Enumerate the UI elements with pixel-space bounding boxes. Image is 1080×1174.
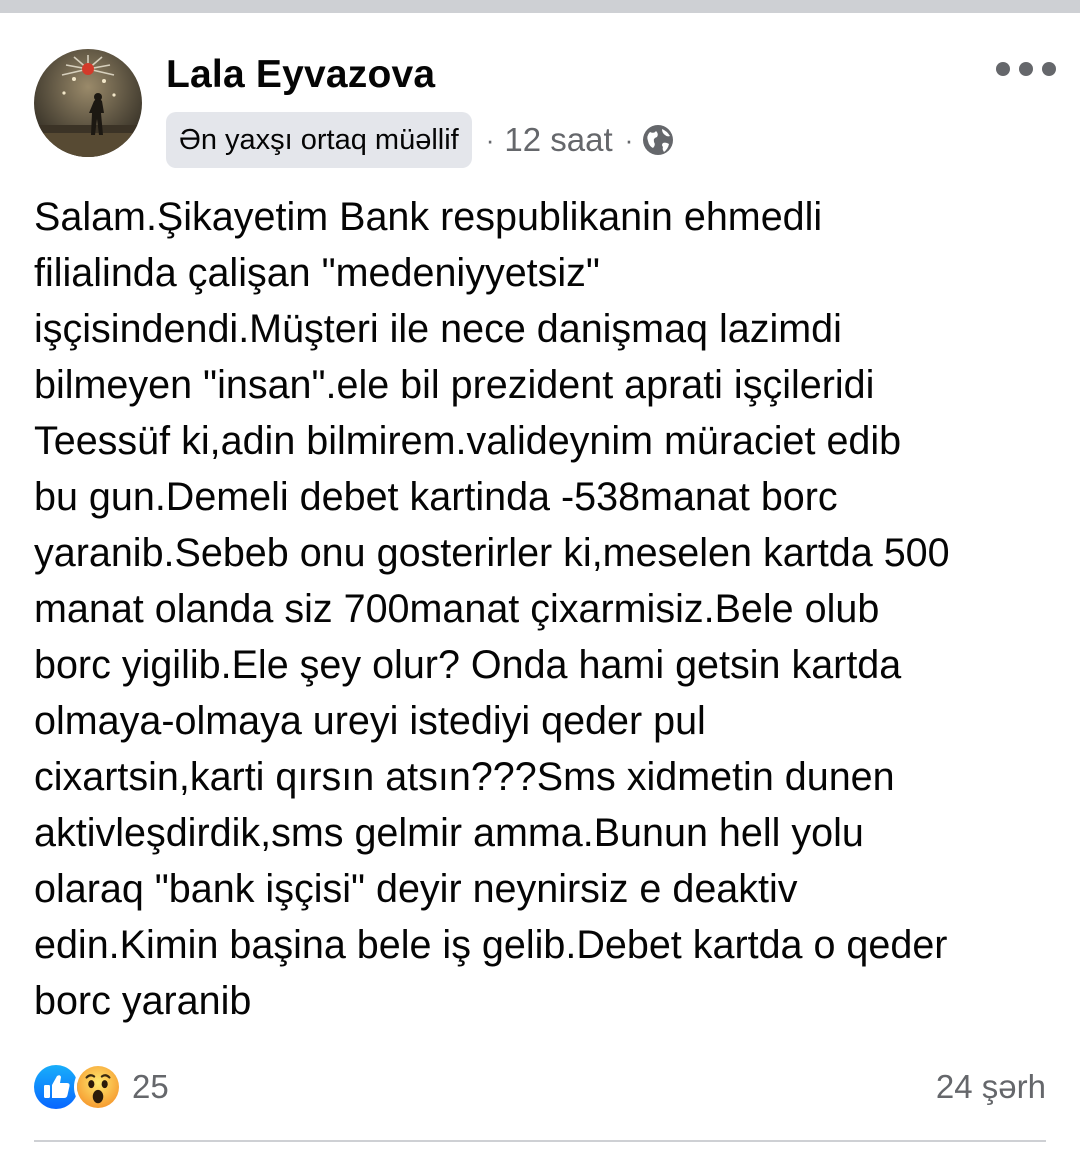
post-text-line: borc yigilib.Ele şey olur? Onda hami get… <box>34 643 902 687</box>
wow-icon <box>74 1063 122 1111</box>
more-options-icon[interactable] <box>996 57 1056 81</box>
post-text-line: borc yaranib <box>34 979 252 1023</box>
post-text-line: cixartsin,karti qırsın atsın???Sms xidme… <box>34 755 895 799</box>
post-text-line: olaraq "bank işçisi" deyir neynirsiz e d… <box>34 867 798 911</box>
post-text-line: işçisindendi.Müşteri ile nece danişmaq l… <box>34 307 842 351</box>
dot <box>996 62 1010 76</box>
author-avatar[interactable] <box>34 49 142 157</box>
post-text-line: Teessüf ki,adin bilmirem.valideynim müra… <box>34 419 902 463</box>
top-contributor-badge[interactable]: Ən yaxşı ortaq müəllif <box>166 112 472 168</box>
reaction-count: 25 <box>132 1068 169 1105</box>
actions-divider <box>34 1140 1046 1142</box>
post-text: Salam.Şikayetim Bank respublikanin ehmed… <box>34 189 1059 1029</box>
comments-count[interactable]: 24 şərh <box>936 1064 1046 1110</box>
post-text-line: edin.Kimin başina bele iş gelib.Debet ka… <box>34 923 948 967</box>
post-card: Lala Eyvazova Ən yaxşı ortaq müəllif · 1… <box>0 13 1080 1174</box>
dot <box>1042 62 1056 76</box>
globe-icon[interactable] <box>641 123 675 157</box>
post-text-line: aktivleşdirdik,sms gelmir amma.Bunun hel… <box>34 811 864 855</box>
meta-separator: · <box>624 124 634 155</box>
post-text-line: yaranib.Sebeb onu gosterirler ki,meselen… <box>34 531 950 575</box>
author-name[interactable]: Lala Eyvazova <box>166 53 435 97</box>
post-text-line: filialinda çalişan "medeniyyetsiz" <box>34 251 600 295</box>
dot <box>1019 62 1033 76</box>
feed-separator-strip <box>0 0 1080 13</box>
reactions-summary[interactable]: 25 <box>34 1063 169 1111</box>
post-text-line: bu gun.Demeli debet kartinda -538manat b… <box>34 475 838 519</box>
post-text-line: olmaya-olmaya ureyi istediyi qeder pul <box>34 699 706 743</box>
post-text-line: Salam.Şikayetim Bank respublikanin ehmed… <box>34 195 823 239</box>
post-text-line: bilmeyen "insan".ele bil prezident aprat… <box>34 363 875 407</box>
like-icon <box>34 1065 78 1109</box>
post-timestamp[interactable]: 12 saat <box>504 121 612 159</box>
post-meta: Ən yaxşı ortaq müəllif · 12 saat · <box>166 112 675 168</box>
meta-separator: · <box>485 124 495 155</box>
post-text-line: manat olanda siz 700manat çixarmisiz.Bel… <box>34 587 880 631</box>
